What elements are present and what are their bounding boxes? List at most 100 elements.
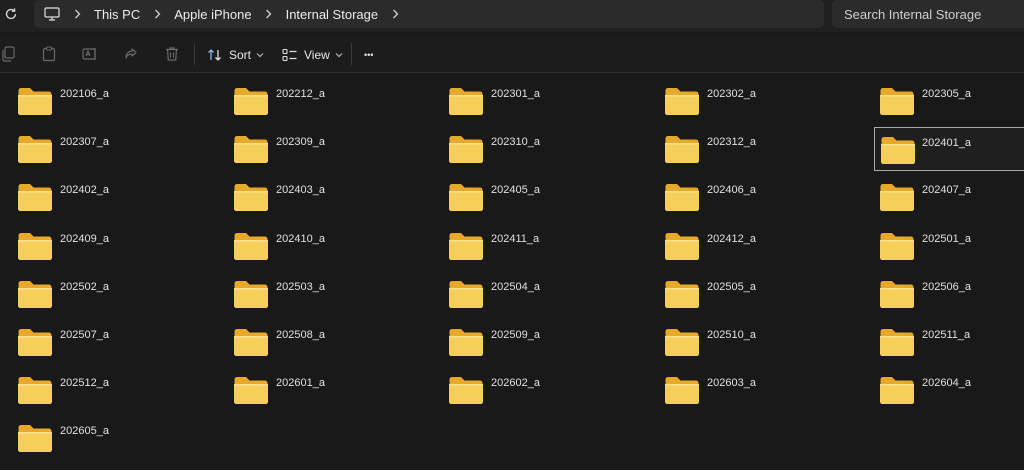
folder-icon: [233, 86, 269, 116]
folder-icon: [879, 375, 915, 405]
folder-item[interactable]: 202212_a: [216, 78, 432, 122]
folder-icon: [17, 375, 53, 405]
chevron-right-icon[interactable]: [72, 7, 82, 21]
folder-item[interactable]: 202405_a: [431, 174, 647, 218]
folder-item[interactable]: 202508_a: [216, 319, 432, 363]
folder-name: 202411_a: [491, 233, 540, 245]
folder-item[interactable]: 202310_a: [431, 126, 647, 170]
folder-item[interactable]: 202412_a: [647, 223, 863, 267]
command-separator: [194, 43, 195, 65]
sort-button[interactable]: Sort: [207, 45, 264, 65]
folder-icon: [233, 231, 269, 261]
copy-icon[interactable]: [0, 46, 16, 62]
breadcrumb-item-apple-iphone[interactable]: Apple iPhone: [174, 7, 251, 22]
folder-name: 202604_a: [922, 377, 971, 389]
rename-icon[interactable]: [82, 46, 98, 62]
folder-item[interactable]: 202411_a: [431, 223, 647, 267]
folder-icon: [448, 86, 484, 116]
folder-item[interactable]: 202502_a: [0, 271, 216, 315]
folder-name: 202403_a: [276, 184, 325, 196]
folder-item[interactable]: 202401_a: [874, 127, 1024, 171]
paste-icon[interactable]: [41, 46, 57, 62]
folder-name: 202106_a: [60, 88, 109, 100]
folder-icon: [879, 327, 915, 357]
delete-icon[interactable]: [164, 46, 180, 62]
folder-item[interactable]: 202602_a: [431, 367, 647, 411]
folder-item[interactable]: 202410_a: [216, 223, 432, 267]
folder-item[interactable]: 202509_a: [431, 319, 647, 363]
folder-icon: [664, 182, 700, 212]
folder-item[interactable]: 202307_a: [0, 126, 216, 170]
breadcrumb-item-internal-storage[interactable]: Internal Storage: [286, 7, 379, 22]
folder-item[interactable]: 202301_a: [431, 78, 647, 122]
folder-name: 202603_a: [707, 377, 756, 389]
folder-icon: [233, 279, 269, 309]
breadcrumb-item-this-pc[interactable]: This PC: [94, 7, 140, 22]
folder-grid: 202106_a 202212_a 202301_a 202302_a 202305_a…: [0, 78, 1024, 470]
chevron-right-icon[interactable]: [264, 7, 274, 21]
folder-icon: [664, 279, 700, 309]
folder-name: 202409_a: [60, 233, 109, 245]
share-icon[interactable]: [123, 46, 139, 62]
folder-icon: [664, 86, 700, 116]
search-box[interactable]: [832, 0, 1024, 28]
folder-icon: [233, 182, 269, 212]
folder-name: 202601_a: [276, 377, 325, 389]
folder-item[interactable]: 202403_a: [216, 174, 432, 218]
folder-item[interactable]: 202312_a: [647, 126, 863, 170]
folder-icon: [448, 231, 484, 261]
folder-item[interactable]: 202507_a: [0, 319, 216, 363]
sort-icon: [207, 48, 223, 62]
folder-icon: [664, 327, 700, 357]
folder-icon: [879, 279, 915, 309]
folder-name: 202512_a: [60, 377, 109, 389]
folder-name: 202509_a: [491, 329, 540, 341]
folder-item[interactable]: 202106_a: [0, 78, 216, 122]
folder-item[interactable]: 202407_a: [862, 174, 1024, 218]
folder-item[interactable]: 202302_a: [647, 78, 863, 122]
folder-icon: [17, 231, 53, 261]
folder-name: 202511_a: [922, 329, 971, 341]
chevron-right-icon[interactable]: [152, 7, 162, 21]
folder-item[interactable]: 202504_a: [431, 271, 647, 315]
folder-item[interactable]: 202603_a: [647, 367, 863, 411]
view-button[interactable]: View: [282, 45, 343, 65]
folder-item[interactable]: 202505_a: [647, 271, 863, 315]
folder-name: 202504_a: [491, 281, 540, 293]
folder-item[interactable]: 202510_a: [647, 319, 863, 363]
folder-icon: [879, 182, 915, 212]
folder-item[interactable]: 202305_a: [862, 78, 1024, 122]
folder-item[interactable]: 202605_a: [0, 415, 216, 459]
more-options-icon: •••: [364, 50, 374, 60]
folder-item[interactable]: 202501_a: [862, 223, 1024, 267]
folder-item[interactable]: 202406_a: [647, 174, 863, 218]
folder-icon: [879, 231, 915, 261]
folder-icon: [233, 327, 269, 357]
folder-item[interactable]: 202512_a: [0, 367, 216, 411]
breadcrumb[interactable]: This PC Apple iPhone Internal Storage: [34, 0, 824, 28]
folder-name: 202501_a: [922, 233, 971, 245]
folder-icon: [17, 134, 53, 164]
folder-icon: [448, 375, 484, 405]
folder-icon: [17, 182, 53, 212]
folder-item[interactable]: 202601_a: [216, 367, 432, 411]
chevron-right-icon[interactable]: [390, 7, 400, 21]
folder-icon: [17, 327, 53, 357]
folder-icon: [233, 375, 269, 405]
folder-item[interactable]: 202409_a: [0, 223, 216, 267]
folder-icon: [879, 86, 915, 116]
search-input[interactable]: [844, 6, 1024, 22]
refresh-icon[interactable]: [0, 3, 22, 25]
more-options-button[interactable]: •••: [364, 45, 373, 65]
folder-name: 202410_a: [276, 233, 325, 245]
folder-name: 202302_a: [707, 88, 756, 100]
folder-item[interactable]: 202309_a: [216, 126, 432, 170]
folder-item[interactable]: 202503_a: [216, 271, 432, 315]
folder-name: 202605_a: [60, 425, 109, 437]
folder-item[interactable]: 202506_a: [862, 271, 1024, 315]
folder-name: 202503_a: [276, 281, 325, 293]
folder-name: 202401_a: [922, 137, 971, 149]
folder-item[interactable]: 202604_a: [862, 367, 1024, 411]
folder-item[interactable]: 202511_a: [862, 319, 1024, 363]
folder-item[interactable]: 202402_a: [0, 174, 216, 218]
